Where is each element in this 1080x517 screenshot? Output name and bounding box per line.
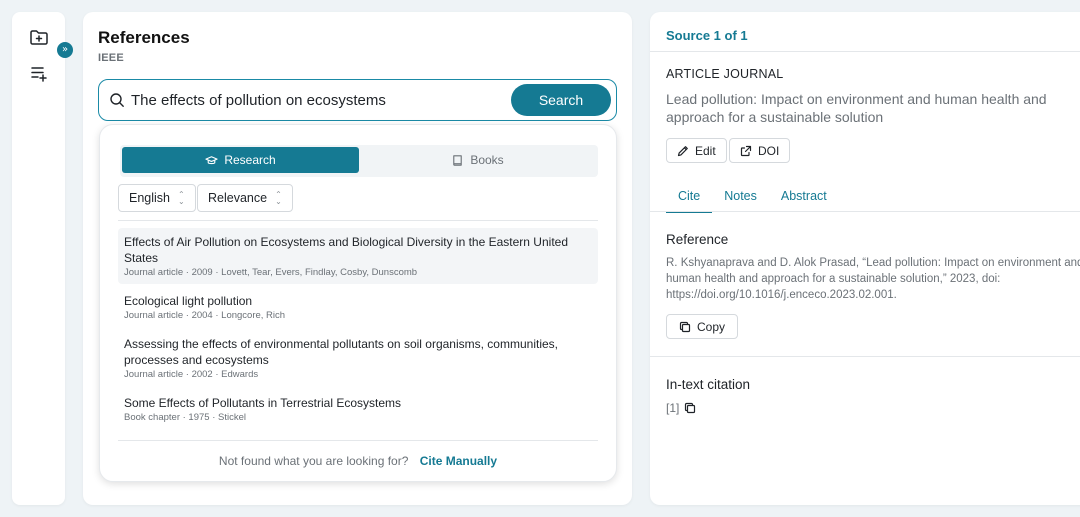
search-input[interactable] — [131, 91, 501, 109]
side-rail — [12, 12, 65, 505]
divider — [118, 440, 598, 441]
search-bar: Search — [98, 79, 617, 121]
tab-books[interactable]: Books — [359, 147, 596, 173]
result-title: Ecological light pollution — [124, 294, 253, 308]
result-meta: Journal article · 2009 · Lovett, Tear, E… — [124, 267, 418, 278]
tab-books-label: Books — [470, 153, 504, 167]
updown-chevron-icon: ⌃ ⌄ — [178, 189, 185, 206]
result-title: Effects of Air Pollution on Ecosystems a… — [124, 235, 568, 265]
doi-button-label: DOI — [758, 143, 780, 158]
result-title: Assessing the effects of environmental p… — [124, 337, 558, 367]
updown-chevron-icon: ⌃ ⌄ — [275, 189, 282, 206]
sort-select-value: Relevance — [208, 191, 268, 205]
source-title: Lead pollution: Impact on environment an… — [666, 91, 1047, 125]
edit-button-label: Edit — [695, 143, 716, 158]
page-title: References — [98, 28, 190, 47]
references-panel: References IEEE Search Research Books En… — [83, 12, 632, 505]
search-icon — [110, 93, 124, 107]
result-item[interactable]: Effects of Air Pollution on Ecosystems a… — [118, 228, 598, 284]
intext-citation: [1] — [666, 401, 696, 415]
divider — [650, 51, 1080, 52]
not-found-prompt: Not found what you are looking for? — [218, 454, 409, 468]
tab-research-label: Research — [224, 153, 276, 167]
result-title: Some Effects of Pollutants in Terrestria… — [124, 396, 402, 410]
intext-citation-value: [1] — [666, 401, 680, 415]
source-counter: Source 1 of 1 — [666, 28, 748, 43]
tab-cite[interactable]: Cite — [666, 186, 713, 213]
source-tabs: Cite Notes Abstract — [666, 186, 839, 213]
citation-style-label: IEEE — [98, 52, 124, 64]
divider — [118, 220, 598, 221]
external-link-icon — [740, 145, 752, 156]
copy-icon[interactable] — [684, 402, 696, 414]
result-item[interactable]: Some Effects of Pollutants in Terrestria… — [118, 389, 598, 429]
expand-panel-button[interactable]: » — [57, 42, 73, 58]
copy-icon — [679, 321, 691, 332]
source-type-toggle: Research Books — [120, 145, 598, 177]
copy-button[interactable]: Copy — [666, 314, 738, 339]
result-item[interactable]: Assessing the effects of environmental p… — [118, 330, 598, 386]
graduation-cap-icon — [205, 155, 218, 164]
folder-plus-icon[interactable] — [29, 27, 49, 47]
result-meta: Journal article · 2004 · Longcore, Rich — [124, 310, 286, 321]
result-meta: Journal article · 2002 · Edwards — [124, 369, 259, 380]
result-meta: Book chapter · 1975 · Stickel — [124, 412, 246, 423]
search-results-dropdown: Research Books English ⌃ ⌄ Relevance ⌃ ⌄ E… — [99, 124, 617, 482]
language-select-value: English — [129, 191, 170, 205]
book-icon — [453, 154, 463, 166]
divider — [650, 211, 1080, 212]
not-found-footer: Not found what you are looking for? Cite… — [100, 454, 616, 468]
source-type: ARTICLE JOURNAL — [666, 67, 784, 81]
divider — [650, 356, 1080, 357]
reference-heading: Reference — [666, 232, 729, 247]
tab-research[interactable]: Research — [122, 147, 359, 173]
copy-button-label: Copy — [696, 319, 725, 334]
list-add-icon[interactable] — [29, 63, 49, 83]
doi-button[interactable]: DOI — [729, 138, 791, 163]
language-select[interactable]: English ⌃ ⌄ — [118, 184, 196, 212]
search-button[interactable]: Search — [511, 84, 611, 116]
reference-citation-text: R. Kshyanaprava and D. Alok Prasad, “Lea… — [666, 257, 1080, 301]
result-item[interactable]: Ecological light pollution Journal artic… — [118, 287, 598, 327]
sort-select[interactable]: Relevance ⌃ ⌄ — [197, 184, 293, 212]
cite-manually-link[interactable]: Cite Manually — [420, 454, 497, 468]
tab-abstract[interactable]: Abstract — [769, 186, 839, 213]
source-panel: Source 1 of 1 ARTICLE JOURNAL Lead pollu… — [650, 12, 1080, 505]
tab-notes[interactable]: Notes — [712, 186, 769, 213]
intext-citation-heading: In-text citation — [666, 377, 751, 392]
edit-button[interactable]: Edit — [666, 138, 727, 163]
pencil-icon — [677, 145, 688, 156]
